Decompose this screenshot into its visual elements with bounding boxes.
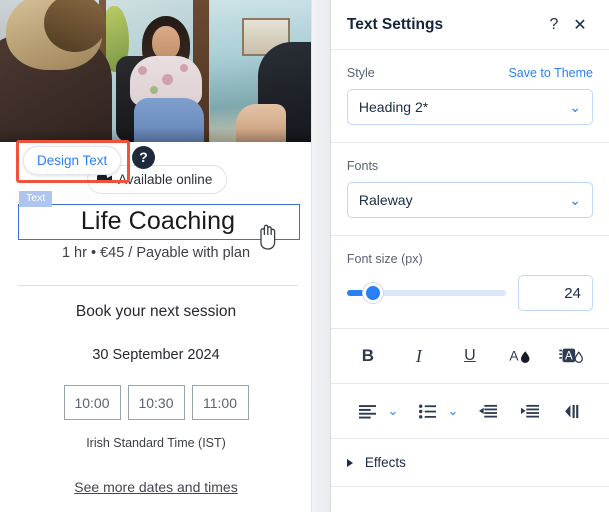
chevron-down-icon: ⌄	[569, 98, 581, 115]
font-family-select[interactable]: Raleway ⌄	[346, 182, 593, 218]
chevron-down-icon: ⌄	[569, 191, 581, 208]
style-select-value: Heading 2*	[358, 99, 429, 115]
effects-label: Effects	[364, 455, 406, 470]
question-mark-icon[interactable]: ?	[541, 12, 567, 38]
font-size-controls: 24	[346, 275, 593, 311]
panel-header: Text Settings ? ✕	[331, 0, 609, 49]
slider-thumb[interactable]	[362, 283, 383, 303]
hero-person-coach	[128, 16, 204, 142]
outdent-icon[interactable]	[473, 397, 503, 425]
text-color-icon[interactable]: A	[506, 342, 536, 370]
fonts-section: Fonts Raleway ⌄	[331, 143, 609, 235]
fonts-label-row: Fonts	[347, 159, 593, 173]
design-text-label: Design Text	[37, 153, 108, 168]
align-group: ⌄	[353, 397, 401, 425]
hero-floral-dot	[162, 74, 173, 85]
time-slot[interactable]: 10:30	[127, 385, 185, 420]
panel-title: Text Settings	[346, 15, 444, 33]
font-size-label-row: Font size (px)	[347, 252, 593, 266]
chevron-down-icon[interactable]: ⌄	[445, 397, 461, 425]
see-more-dates-link[interactable]: See more dates and times	[0, 479, 311, 495]
hero-person-face	[152, 26, 180, 60]
panel-divider	[330, 486, 609, 487]
time-slot[interactable]: 10:00	[63, 385, 121, 420]
editor-root: Available online Design Text ? Text Life…	[0, 0, 609, 512]
book-session-heading: Book your next session	[75, 303, 237, 320]
effects-section[interactable]: Effects	[331, 439, 609, 486]
list-group: ⌄	[413, 397, 461, 425]
style-select[interactable]: Heading 2* ⌄	[346, 89, 593, 125]
hand-cursor	[260, 224, 276, 250]
fonts-label: Fonts	[346, 159, 379, 173]
font-family-value: Raleway	[358, 192, 413, 208]
style-section: Style Save to Theme Heading 2* ⌄	[331, 50, 609, 142]
style-label: Style	[346, 66, 375, 80]
video-camera-icon	[97, 175, 112, 183]
indent-icon[interactable]	[515, 397, 545, 425]
text-direction-icon[interactable]	[557, 397, 587, 425]
design-text-button[interactable]: Design Text	[23, 146, 122, 175]
underline-icon[interactable]: U	[455, 342, 485, 370]
font-size-slider[interactable]	[346, 283, 506, 303]
hero-floral-dot	[180, 64, 188, 72]
svg-text:A: A	[565, 349, 573, 362]
font-size-label: Font size (px)	[346, 252, 423, 266]
hero-floral-dot	[138, 66, 147, 75]
align-icon[interactable]	[353, 397, 383, 425]
format-toolbar: B I U A A	[331, 329, 609, 383]
close-icon[interactable]: ✕	[567, 12, 593, 38]
triangle-right-icon	[346, 458, 353, 467]
time-slot[interactable]: 11:00	[191, 385, 249, 420]
style-label-row: Style Save to Theme	[347, 66, 593, 80]
site-canvas[interactable]: Available online Design Text ? Text Life…	[0, 0, 311, 512]
timezone-label: Irish Standard Time (IST)	[86, 436, 226, 450]
font-size-value: 24	[564, 284, 581, 302]
hero-image[interactable]	[0, 0, 311, 142]
font-size-section: Font size (px) 24	[331, 236, 609, 328]
element-type-tag: Text	[19, 191, 53, 207]
hero-floral-dot	[150, 86, 158, 94]
available-online-label: Available online	[118, 172, 213, 187]
paragraph-toolbar: ⌄ ⌄	[331, 384, 609, 438]
canvas-panel-gutter[interactable]	[310, 0, 331, 512]
text-settings-panel: Text Settings ? ✕ Style Save to Theme He…	[330, 0, 609, 512]
font-size-input[interactable]: 24	[517, 275, 593, 311]
highlight-color-icon[interactable]: A	[557, 342, 587, 370]
save-to-theme-link[interactable]: Save to Theme	[508, 66, 593, 80]
chevron-down-icon[interactable]: ⌄	[385, 397, 401, 425]
bullet-list-icon[interactable]	[413, 397, 443, 425]
svg-text:A: A	[509, 348, 519, 363]
booking-date: 30 September 2024	[92, 347, 220, 363]
hero-bottom-shade	[0, 128, 311, 142]
help-circle-icon[interactable]: ?	[132, 146, 155, 169]
time-slot-list: 10:00 10:30 11:00	[0, 385, 311, 420]
italic-icon[interactable]: I	[404, 342, 434, 370]
bold-icon[interactable]: B	[353, 342, 383, 370]
canvas-divider	[18, 285, 298, 286]
